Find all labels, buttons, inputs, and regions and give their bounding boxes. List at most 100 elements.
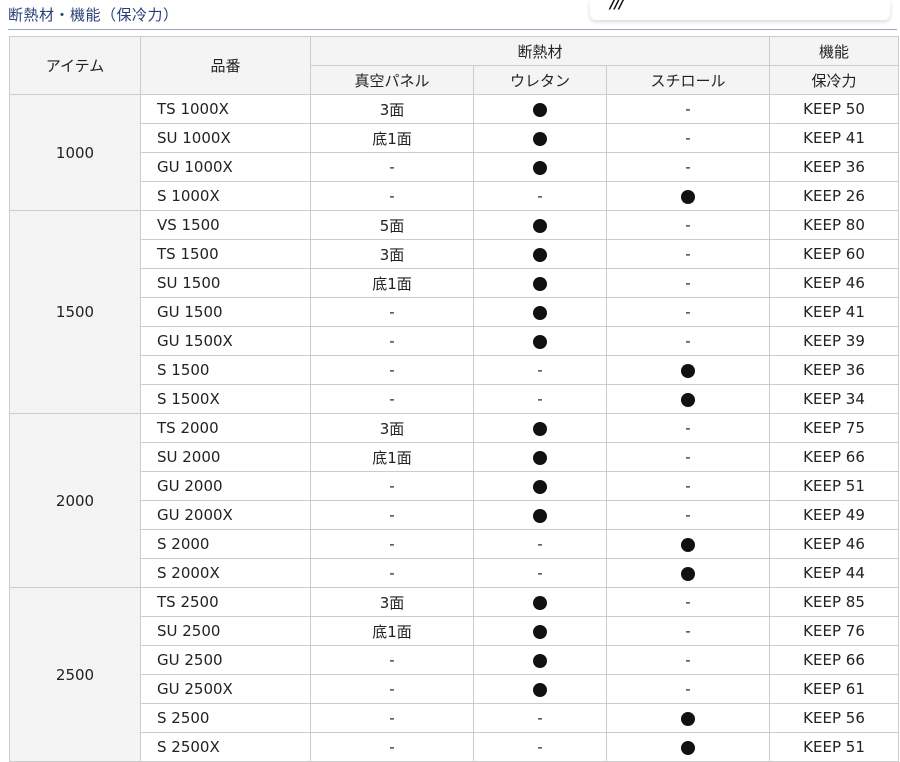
vacuum-panel-cell: 底1面 — [310, 123, 474, 153]
keep-rating-cell: KEEP 36 — [769, 152, 900, 182]
dash-value: - — [685, 593, 691, 611]
dash-value: - — [389, 680, 395, 698]
spec-table-header: アイテム 品番 断熱材 機能 真空パネル ウレタン スチロール 保冷力 — [9, 36, 900, 95]
keep-rating-cell: KEEP 56 — [769, 703, 900, 733]
filled-dot-icon — [533, 131, 547, 146]
dash-value: - — [389, 535, 395, 553]
keep-rating-cell: KEEP 66 — [769, 645, 900, 675]
vacuum-panel-cell: 3面 — [310, 239, 474, 269]
section-title: 断熱材・機能（保冷力） — [8, 6, 179, 24]
urethane-cell: ● — [473, 326, 607, 356]
dash-value: - — [685, 506, 691, 524]
dash-value: - — [389, 506, 395, 524]
vacuum-panel-cell: - — [310, 703, 474, 733]
spec-table: アイテム 品番 断熱材 機能 真空パネル ウレタン スチロール 保冷力 1000… — [9, 36, 900, 762]
dash-value: - — [389, 303, 395, 321]
model-cell: GU 2500 — [140, 645, 311, 675]
styrofoam-cell: ● — [605, 703, 771, 733]
filled-dot-icon — [681, 363, 696, 378]
filled-dot-icon — [681, 566, 696, 581]
dash-value: - — [685, 651, 691, 669]
model-cell: S 2000 — [140, 529, 311, 559]
styrofoam-cell: - — [605, 239, 771, 269]
urethane-cell: - — [473, 558, 607, 588]
dash-value: - — [685, 622, 691, 640]
dash-value: - — [389, 361, 395, 379]
keep-rating-cell: KEEP 46 — [769, 529, 900, 559]
filled-dot-icon — [533, 102, 547, 117]
table-row: GU 2500 - ● - KEEP 66 — [10, 645, 900, 675]
dash-value: - — [685, 680, 691, 698]
header-urethane: ウレタン — [473, 65, 607, 95]
vacuum-panel-cell: 5面 — [310, 210, 474, 240]
table-row: GU 2000 - ● - KEEP 51 — [10, 471, 900, 501]
model-cell: S 1500 — [140, 355, 311, 385]
vacuum-panel-cell: - — [310, 529, 474, 559]
table-row: 2500TS 2500 3面 ● - KEEP 85 — [9, 587, 900, 762]
vacuum-panel-cell: 3面 — [310, 413, 474, 443]
table-row: S 1500 - - ●KEEP 36 — [10, 355, 900, 385]
urethane-cell: ● — [473, 500, 607, 530]
vacuum-panel-cell: - — [310, 471, 474, 501]
filled-dot-icon — [681, 740, 696, 755]
styrofoam-cell: ● — [605, 732, 771, 762]
keep-rating-cell: KEEP 49 — [769, 500, 900, 530]
header-cold-retention: 保冷力 — [769, 65, 900, 95]
urethane-cell: ● — [473, 210, 607, 240]
vacuum-panel-cell: 底1面 — [310, 268, 474, 298]
model-cell: GU 1500X — [140, 326, 311, 356]
styrofoam-cell: - — [605, 413, 771, 443]
styrofoam-cell: - — [605, 442, 771, 472]
urethane-cell: - — [473, 384, 607, 414]
keep-rating-cell: KEEP 41 — [769, 123, 900, 153]
styrofoam-cell: ● — [605, 384, 771, 414]
vacuum-panel-cell: 底1面 — [310, 442, 474, 472]
keep-rating-cell: KEEP 44 — [769, 558, 900, 588]
vacuum-panel-cell: 3面 — [310, 587, 474, 617]
dash-value: - — [537, 709, 543, 727]
model-cell: S 2000X — [140, 558, 311, 588]
text-value: 5面 — [379, 216, 405, 235]
urethane-cell: ● — [473, 123, 607, 153]
dash-value: - — [537, 564, 543, 582]
dash-value: - — [685, 129, 691, 147]
table-row: 1500VS 1500 5面 ● - KEEP 80 — [9, 210, 900, 414]
urethane-cell: - — [473, 181, 607, 211]
filled-dot-icon — [533, 276, 547, 291]
urethane-cell: - — [473, 703, 607, 733]
table-row: S 2500X - - ●KEEP 51 — [10, 732, 900, 762]
model-cell: VS 1500 — [140, 210, 311, 240]
model-cell: GU 1000X — [140, 152, 311, 182]
keep-rating-cell: KEEP 66 — [769, 442, 900, 472]
header-styrofoam: スチロール — [605, 65, 771, 95]
filled-dot-icon — [533, 247, 547, 262]
dash-value: - — [389, 332, 395, 350]
model-cell: SU 2500 — [140, 616, 311, 646]
brand-logo-panel — [590, 0, 890, 20]
dash-value: - — [685, 419, 691, 437]
vacuum-panel-cell: - — [310, 500, 474, 530]
model-cell: S 1500X — [140, 384, 311, 414]
model-cell: SU 2000 — [140, 442, 311, 472]
vacuum-panel-cell: - — [310, 384, 474, 414]
vacuum-panel-cell: - — [310, 152, 474, 182]
vacuum-panel-cell: - — [310, 674, 474, 704]
vacuum-panel-cell: 3面 — [310, 94, 474, 124]
dash-value: - — [685, 245, 691, 263]
model-cell: TS 1500 — [140, 239, 311, 269]
model-cell: GU 2000X — [140, 500, 311, 530]
table-row: S 2000X - - ●KEEP 44 — [10, 558, 900, 588]
filled-dot-icon — [681, 189, 696, 204]
table-row: 1000TS 1000X 3面 ● - KEEP 50 — [9, 94, 900, 211]
dash-value: - — [389, 390, 395, 408]
dash-value: - — [389, 158, 395, 176]
dash-value: - — [685, 216, 691, 234]
filled-dot-icon — [533, 479, 547, 494]
table-row: SU 1000X 底1面 ● - KEEP 41 — [10, 123, 900, 153]
dash-value: - — [389, 187, 395, 205]
vacuum-panel-cell: - — [310, 326, 474, 356]
styrofoam-cell: - — [605, 645, 771, 675]
table-row: GU 1500 - ● - KEEP 41 — [10, 297, 900, 327]
urethane-cell: ● — [473, 442, 607, 472]
keep-rating-cell: KEEP 26 — [769, 181, 900, 211]
